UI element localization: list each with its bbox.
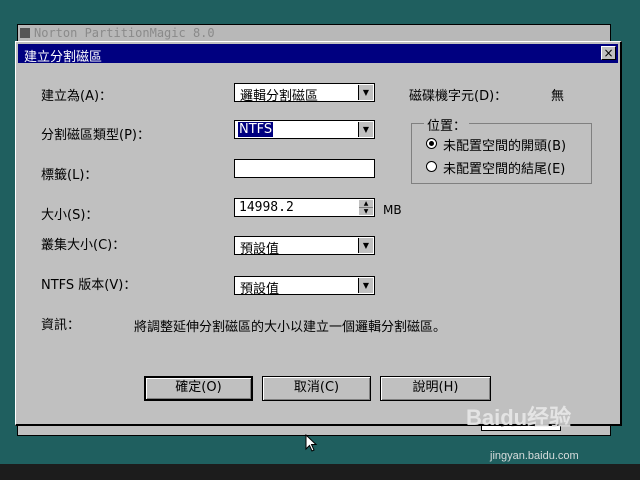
ntfs-version-label: NTFS 版本(V)： (41, 278, 137, 293)
size-unit: MB (383, 203, 402, 217)
dialog-title: 建立分割磁區 (24, 50, 103, 65)
partition-type-select[interactable]: NTFS ▼ (234, 120, 375, 139)
size-spin-buttons[interactable]: ▲ ▼ (359, 200, 373, 215)
position-end-label[interactable]: 未配置空間的結尾(E) (443, 158, 565, 177)
spin-up-icon[interactable]: ▲ (359, 200, 373, 208)
app-icon (20, 28, 30, 38)
cluster-size-label: 叢集大小(C)： (41, 238, 126, 253)
radio-end[interactable] (426, 161, 437, 172)
info-label: 資訊： (41, 318, 81, 333)
cluster-size-value: 預設值 (240, 242, 280, 257)
partition-type-value: NTFS (238, 122, 274, 137)
label-label: 標籤(L)： (41, 168, 98, 183)
chevron-down-icon[interactable]: ▼ (358, 278, 373, 293)
position-group: 位置： 未配置空間的開頭(B) 未配置空間的結尾(E) (411, 115, 592, 184)
ntfs-version-select[interactable]: 預設值 ▼ (234, 276, 375, 297)
size-stepper[interactable]: 14998.2 ▲ ▼ (234, 198, 375, 217)
radio-selected-dot (429, 141, 434, 146)
taskbar (0, 464, 640, 480)
spin-down-icon[interactable]: ▼ (359, 208, 373, 215)
chevron-down-icon[interactable]: ▼ (358, 238, 373, 253)
help-button[interactable]: 說明(H) (380, 376, 491, 401)
position-start-label[interactable]: 未配置空間的開頭(B) (443, 135, 566, 154)
dialog-titlebar: 建立分割磁區 × (18, 44, 618, 65)
cancel-button[interactable]: 取消(C) (262, 376, 371, 401)
background-window-title: Norton PartitionMagic 8.0 (34, 26, 215, 40)
ok-button[interactable]: 確定(O) (144, 376, 253, 401)
label-input[interactable] (234, 159, 375, 178)
drive-letter-value: 無 (551, 89, 565, 104)
chevron-down-icon[interactable]: ▼ (358, 122, 373, 137)
close-button[interactable]: × (601, 46, 616, 60)
chevron-down-icon[interactable]: ▼ (358, 85, 373, 100)
size-label: 大小(S)： (41, 208, 99, 223)
drive-letter-label: 磁碟機字元(D)： (409, 89, 508, 104)
position-group-title: 位置： (424, 115, 470, 134)
cluster-size-select[interactable]: 預設值 ▼ (234, 236, 375, 257)
size-value: 14998.2 (239, 200, 294, 215)
ntfs-version-value: 預設值 (240, 282, 280, 297)
create-as-select[interactable]: 邏輯分割磁區 ▼ (234, 83, 375, 104)
create-as-value: 邏輯分割磁區 (240, 89, 319, 104)
create-as-label: 建立為(A)： (41, 89, 113, 104)
mouse-cursor-icon (305, 434, 318, 452)
watermark-url: jingyan.baidu.com (490, 450, 579, 462)
create-partition-dialog: 建立分割磁區 × 建立為(A)： 邏輯分割磁區 ▼ 磁碟機字元(D)： 無 分割… (15, 41, 622, 426)
partition-type-label: 分割磁區類型(P)： (41, 128, 150, 143)
radio-start[interactable] (426, 138, 437, 149)
watermark-logo: Baidu经验 (466, 405, 572, 430)
info-text: 將調整延伸分割磁區的大小以建立一個邏輯分割磁區。 (134, 320, 447, 335)
